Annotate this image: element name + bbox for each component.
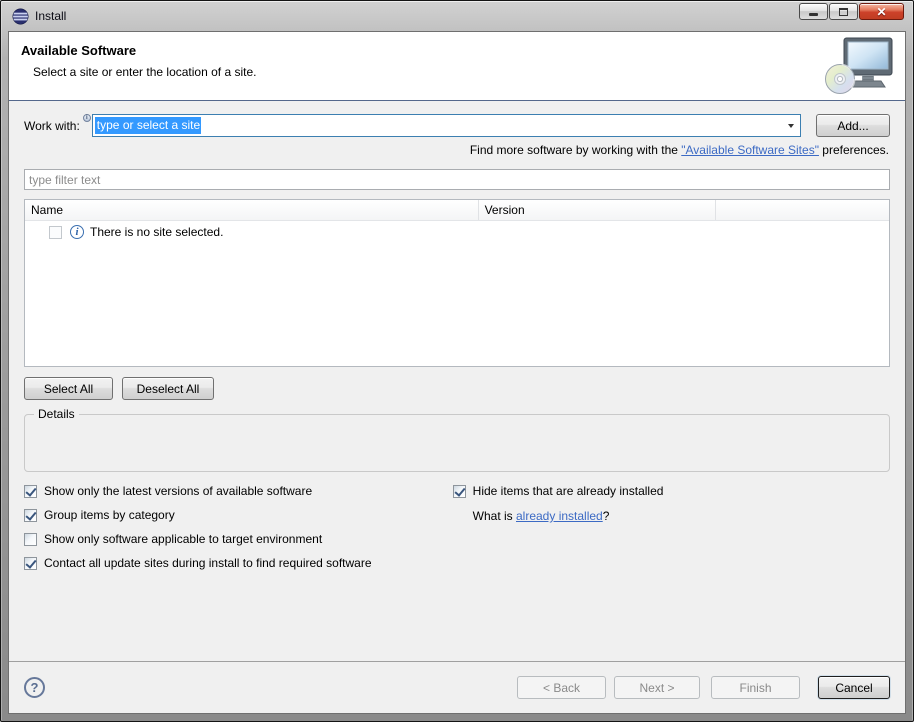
details-group: Details <box>24 414 890 472</box>
checkbox[interactable] <box>24 509 37 522</box>
checkbox[interactable] <box>24 557 37 570</box>
wizard-buttons: < Back Next > Finish Cancel <box>517 676 890 699</box>
window-controls: ✕ <box>799 3 904 20</box>
install-dialog: Available Software Select a site or ente… <box>8 31 906 714</box>
checkbox[interactable] <box>24 533 37 546</box>
titlebar: Install <box>8 1 906 31</box>
options-area: Show only the latest versions of availab… <box>24 484 890 570</box>
eclipse-icon <box>12 8 29 25</box>
minimize-icon <box>809 13 818 16</box>
info-icon: i <box>70 225 84 239</box>
what-is-installed-text: What is already installed? <box>473 509 890 523</box>
selection-buttons-row: Select All Deselect All <box>24 377 890 400</box>
close-button[interactable]: ✕ <box>859 3 904 20</box>
option-show-latest-versions[interactable]: Show only the latest versions of availab… <box>24 484 453 498</box>
table-header: Name Version <box>25 200 889 221</box>
install-window: Install ✕ Available Software Select a si… <box>0 0 914 722</box>
back-button: < Back <box>517 676 606 699</box>
details-label: Details <box>34 407 79 421</box>
option-label: Group items by category <box>44 508 175 522</box>
cancel-button[interactable]: Cancel <box>818 676 890 699</box>
column-header-blank <box>716 200 889 220</box>
window-title: Install <box>35 9 66 23</box>
row-checkbox[interactable] <box>49 226 62 239</box>
option-label: Show only software applicable to target … <box>44 532 322 546</box>
filter-input[interactable] <box>24 169 890 190</box>
software-install-icon <box>824 36 896 96</box>
footer-bar: ? < Back Next > Finish Cancel <box>9 661 905 713</box>
column-header-name[interactable]: Name <box>25 200 479 220</box>
minimize-button[interactable] <box>799 3 828 20</box>
option-label: Hide items that are already installed <box>473 484 664 498</box>
option-applicable-target[interactable]: Show only software applicable to target … <box>24 532 453 546</box>
add-button[interactable]: Add... <box>816 114 890 137</box>
spacer <box>9 570 905 661</box>
option-group-by-category[interactable]: Group items by category <box>24 508 453 522</box>
combo-dropdown-arrow-icon[interactable] <box>782 115 800 136</box>
maximize-button[interactable] <box>829 3 858 20</box>
finish-button: Finish <box>711 676 800 699</box>
maximize-icon <box>839 8 848 16</box>
help-button[interactable]: ? <box>24 677 45 698</box>
work-with-label: Work with: i <box>24 119 92 133</box>
column-header-version[interactable]: Version <box>479 200 717 220</box>
field-help-icon: i <box>83 114 91 122</box>
site-combo-input[interactable]: type or select a site <box>92 114 801 137</box>
find-more-text: Find more software by working with the "… <box>25 143 889 157</box>
software-table: Name Version i There is no site selected… <box>24 199 890 367</box>
checkbox[interactable] <box>24 485 37 498</box>
option-hide-installed[interactable]: Hide items that are already installed <box>453 484 890 498</box>
option-contact-update-sites[interactable]: Contact all update sites during install … <box>24 556 453 570</box>
work-with-row: Work with: i type or select a site Add..… <box>24 114 890 137</box>
dialog-body: Work with: i type or select a site Add..… <box>9 101 905 713</box>
table-row[interactable]: i There is no site selected. <box>25 221 889 243</box>
page-title: Available Software <box>21 43 136 58</box>
row-text: There is no site selected. <box>90 225 223 239</box>
close-icon: ✕ <box>876 6 886 18</box>
checkbox[interactable] <box>453 485 466 498</box>
next-button: Next > <box>614 676 700 699</box>
dialog-banner: Available Software Select a site or ente… <box>9 32 905 101</box>
options-left-column: Show only the latest versions of availab… <box>24 484 453 570</box>
site-combo-selected-text: type or select a site <box>95 117 201 134</box>
option-label: Contact all update sites during install … <box>44 556 372 570</box>
available-software-sites-link[interactable]: "Available Software Sites" <box>681 143 819 157</box>
select-all-button[interactable]: Select All <box>24 377 113 400</box>
deselect-all-button[interactable]: Deselect All <box>122 377 214 400</box>
option-label: Show only the latest versions of availab… <box>44 484 312 498</box>
page-subtitle: Select a site or enter the location of a… <box>33 65 256 79</box>
find-more-prefix: Find more software by working with the <box>470 143 681 157</box>
options-right-column: Hide items that are already installed Wh… <box>453 484 890 570</box>
already-installed-link[interactable]: already installed <box>516 509 603 523</box>
find-more-suffix: preferences. <box>819 143 889 157</box>
